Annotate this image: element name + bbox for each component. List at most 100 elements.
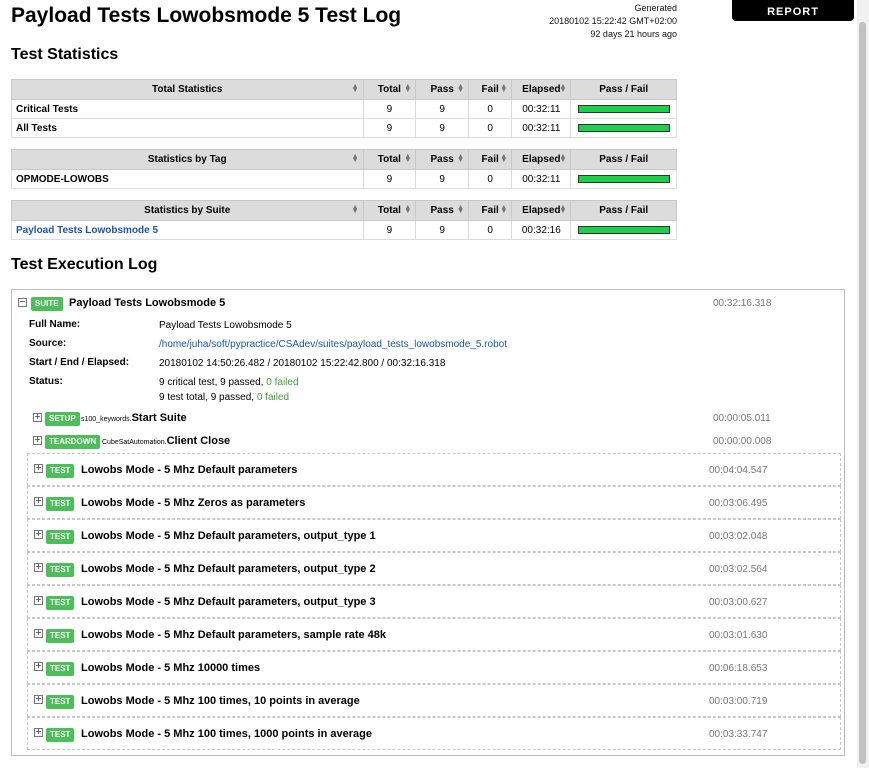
test-badge: TEST bbox=[46, 596, 75, 610]
test-name[interactable]: Lowobs Mode - 5 Mhz Zeros as parameters bbox=[81, 497, 305, 509]
pass-bar bbox=[577, 124, 670, 132]
start-end-label: Start / End / Elapsed: bbox=[29, 357, 130, 368]
sort-arrows-icon: ▲ ▼ bbox=[351, 83, 359, 94]
sort-arrows-icon: ▲ ▼ bbox=[457, 204, 465, 215]
minus-box-icon[interactable]: − bbox=[18, 298, 27, 307]
test-row[interactable]: + TEST Lowobs Mode - 5 Mhz Default param… bbox=[27, 618, 841, 651]
plus-box-icon[interactable]: + bbox=[34, 662, 43, 671]
plus-box-icon[interactable]: + bbox=[34, 464, 43, 473]
pass-bar bbox=[577, 226, 670, 234]
teardown-keyword[interactable]: CubeSatAutomation.Client Close bbox=[102, 435, 230, 447]
teardown-name: Client Close bbox=[166, 435, 231, 447]
report-button[interactable]: REPORT bbox=[732, 0, 854, 21]
test-name[interactable]: Lowobs Mode - 5 Mhz 100 times, 10 points… bbox=[81, 695, 360, 707]
fail-column-header[interactable]: Fail ▲ ▼ bbox=[468, 79, 513, 100]
test-name[interactable]: Lowobs Mode - 5 Mhz 10000 times bbox=[81, 662, 260, 674]
plus-box-icon[interactable]: + bbox=[34, 563, 43, 572]
table-row: Critical Tests 9 9 0 00:32:11 bbox=[11, 99, 677, 119]
pass-bar bbox=[577, 105, 670, 113]
header-label: Elapsed bbox=[522, 205, 561, 216]
test-row[interactable]: + TEST Lowobs Mode - 5 Mhz Default param… bbox=[27, 585, 841, 618]
setup-keyword[interactable]: s100_keywords.Start Suite bbox=[81, 412, 187, 424]
table-header-row: Total Statistics ▲ ▼ Total ▲ ▼ Pass ▲ ▼ Fail ▲ ▼… bbox=[11, 79, 677, 100]
suite-link[interactable]: Payload Tests Lowobsmode 5 bbox=[11, 220, 364, 240]
plus-box-icon[interactable]: + bbox=[34, 497, 43, 506]
elapsed-column-header[interactable]: Elapsed ▲ ▼ bbox=[511, 149, 572, 170]
stat-total: 9 bbox=[362, 169, 417, 189]
test-name[interactable]: Lowobs Mode - 5 Mhz Default parameters, … bbox=[81, 629, 386, 641]
vertical-scrollbar[interactable] bbox=[857, 0, 869, 768]
test-name[interactable]: Lowobs Mode - 5 Mhz Default parameters, … bbox=[81, 563, 376, 575]
scrollbar-thumb[interactable] bbox=[859, 22, 866, 764]
fail-column-header[interactable]: Fail ▲ ▼ bbox=[468, 149, 513, 170]
test-row[interactable]: + TEST Lowobs Mode - 5 Mhz Zeros as para… bbox=[27, 486, 841, 519]
total-column-header[interactable]: Total ▲ ▼ bbox=[362, 149, 417, 170]
test-name[interactable]: Lowobs Mode - 5 Mhz Default parameters, … bbox=[81, 530, 376, 542]
test-elapsed: 00:03:33.747 bbox=[709, 729, 768, 740]
plus-box-icon[interactable]: + bbox=[34, 596, 43, 605]
total-statistics-table: Total Statistics ▲ ▼ Total ▲ ▼ Pass ▲ ▼ Fail ▲ ▼… bbox=[11, 79, 677, 138]
stat-name[interactable]: OPMODE-LOWOBS bbox=[11, 169, 364, 189]
test-badge: TEST bbox=[46, 497, 75, 511]
test-row[interactable]: + TEST Lowobs Mode - 5 Mhz 10000 times 0… bbox=[27, 651, 841, 684]
header-label: Fail bbox=[481, 205, 499, 216]
suite-statistics-header[interactable]: Statistics by Suite ▲ ▼ bbox=[11, 200, 364, 221]
status-label: Status: bbox=[29, 376, 63, 387]
status-line-critical: 9 critical test, 9 passed, 0 failed bbox=[159, 375, 299, 390]
test-row[interactable]: + TEST Lowobs Mode - 5 Mhz Default param… bbox=[27, 552, 841, 585]
setup-badge: SETUP bbox=[45, 412, 80, 426]
stat-pass: 9 bbox=[415, 220, 470, 240]
suite-elapsed: 00:32:16.318 bbox=[713, 298, 772, 309]
plus-box-icon[interactable]: + bbox=[33, 413, 42, 422]
stat-name: Critical Tests bbox=[11, 99, 364, 119]
status-critical-text: 9 critical test, 9 passed, bbox=[159, 377, 267, 388]
pass-column-header[interactable]: Pass ▲ ▼ bbox=[415, 200, 470, 221]
setup-library: s100_keywords. bbox=[81, 416, 132, 423]
plus-box-icon[interactable]: + bbox=[34, 728, 43, 737]
plus-box-icon[interactable]: + bbox=[34, 629, 43, 638]
test-name[interactable]: Lowobs Mode - 5 Mhz 100 times, 1000 poin… bbox=[81, 728, 372, 740]
test-row[interactable]: + TEST Lowobs Mode - 5 Mhz Default param… bbox=[27, 519, 841, 552]
total-column-header[interactable]: Total ▲ ▼ bbox=[362, 200, 417, 221]
header-label: Pass bbox=[430, 84, 454, 95]
total-statistics-header[interactable]: Total Statistics ▲ ▼ bbox=[11, 79, 364, 100]
generated-info: Generated 20180102 15:22:42 GMT+02:00 92… bbox=[549, 2, 677, 41]
header-label: Pass / Fail bbox=[599, 154, 649, 165]
stat-elapsed: 00:32:11 bbox=[511, 99, 572, 119]
test-name[interactable]: Lowobs Mode - 5 Mhz Default parameters bbox=[81, 464, 297, 476]
stat-elapsed: 00:32:11 bbox=[511, 118, 572, 138]
test-row[interactable]: + TEST Lowobs Mode - 5 Mhz 100 times, 10… bbox=[27, 684, 841, 717]
test-badge: TEST bbox=[46, 563, 75, 577]
test-statistics-heading: Test Statistics bbox=[11, 46, 119, 63]
tag-statistics-header[interactable]: Statistics by Tag ▲ ▼ bbox=[11, 149, 364, 170]
stat-fail: 0 bbox=[468, 220, 513, 240]
pass-fail-column-header: Pass / Fail bbox=[570, 149, 677, 170]
pass-column-header[interactable]: Pass ▲ ▼ bbox=[415, 79, 470, 100]
plus-box-icon[interactable]: + bbox=[33, 436, 42, 445]
table-header-row: Statistics by Suite ▲ ▼ Total ▲ ▼ Pass ▲ ▼ Fai… bbox=[11, 200, 677, 221]
total-column-header[interactable]: Total ▲ ▼ bbox=[362, 79, 417, 100]
plus-box-icon[interactable]: + bbox=[34, 530, 43, 539]
stat-pass: 9 bbox=[415, 99, 470, 119]
header-label: Total bbox=[377, 154, 401, 165]
suite-name[interactable]: Payload Tests Lowobsmode 5 bbox=[69, 297, 225, 309]
stat-fail: 0 bbox=[468, 169, 513, 189]
status-value: 9 critical test, 9 passed, 0 failed 9 te… bbox=[159, 375, 299, 405]
test-name[interactable]: Lowobs Mode - 5 Mhz Default parameters, … bbox=[81, 596, 376, 608]
generated-ago: 92 days 21 hours ago bbox=[590, 29, 677, 39]
test-badge: TEST bbox=[46, 530, 75, 544]
elapsed-column-header[interactable]: Elapsed ▲ ▼ bbox=[511, 79, 572, 100]
fail-column-header[interactable]: Fail ▲ ▼ bbox=[468, 200, 513, 221]
source-link[interactable]: /home/juha/soft/pypractice/CSAdev/suites… bbox=[159, 339, 507, 350]
pass-column-header[interactable]: Pass ▲ ▼ bbox=[415, 149, 470, 170]
status-line-total: 9 test total, 9 passed, 0 failed bbox=[159, 390, 299, 405]
plus-box-icon[interactable]: + bbox=[34, 695, 43, 704]
test-row[interactable]: + TEST Lowobs Mode - 5 Mhz Default param… bbox=[27, 453, 841, 486]
elapsed-column-header[interactable]: Elapsed ▲ ▼ bbox=[511, 200, 572, 221]
sort-arrows-icon: ▲ ▼ bbox=[559, 83, 567, 94]
sort-arrows-icon: ▲ ▼ bbox=[500, 153, 508, 164]
test-row[interactable]: + TEST Lowobs Mode - 5 Mhz 100 times, 10… bbox=[27, 717, 841, 750]
test-elapsed: 00:03:01.630 bbox=[709, 630, 768, 641]
teardown-library: CubeSatAutomation. bbox=[102, 439, 167, 446]
status-total-text: 9 test total, 9 passed, bbox=[159, 392, 257, 403]
